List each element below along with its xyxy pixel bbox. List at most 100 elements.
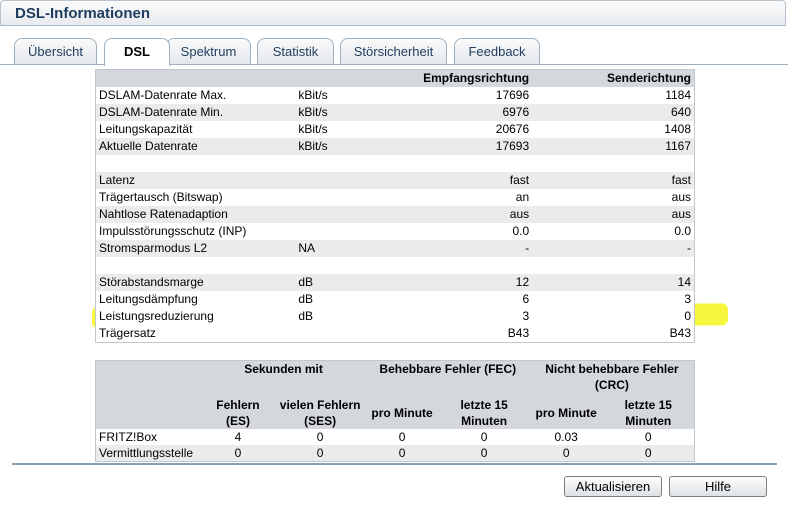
row-tx: B43 [669, 326, 691, 340]
row-label: Aktuelle Datenrate [95, 138, 296, 155]
row-label: Leitungskapazität [99, 122, 193, 136]
table-subheader-row: Fehlern (ES) vielen Fehlern (SES) pro Mi… [95, 397, 695, 429]
table-row: FRITZ!Box 4 0 0 0 0.03 0 [96, 429, 695, 445]
tab-statistik[interactable]: Statistik [257, 38, 334, 65]
row-tx: 1167 [532, 138, 695, 155]
row-rx: - [416, 240, 533, 257]
row-rx: 12 [416, 274, 533, 291]
help-button[interactable]: Hilfe [669, 476, 767, 497]
row-rx: aus [416, 206, 533, 223]
row-label: Latenz [95, 172, 296, 189]
error-stats-table: Sekunden mit Behebbare Fehler (FEC) Nich… [95, 360, 695, 462]
row-rx: 17696 [495, 88, 530, 102]
tab-feedback[interactable]: Feedback [454, 38, 540, 65]
table-row: DSLAM-Datenrate Max. kBit/s 17696 1184 [96, 87, 695, 104]
table-row: DSLAM-Datenrate Min. kBit/s 6976 640 [95, 104, 695, 121]
row-label: Impulsstörungsschutz (INP) [99, 224, 247, 238]
row-label: Trägertausch (Bitswap) [99, 190, 223, 204]
row-unit: NA [295, 240, 417, 257]
subheader-fec-min: pro Minute [365, 397, 439, 429]
row-label: Nahtlose Ratenadaption [95, 206, 296, 223]
tab-uebersicht[interactable]: Übersicht [14, 38, 97, 65]
header-cell [95, 69, 296, 87]
header-seconds: Sekunden mit [201, 360, 366, 397]
table-row-spacer [95, 155, 695, 172]
table-row-highlighted: Leistungsreduzierung dB 3 0 [96, 308, 695, 325]
row-tx: aus [671, 190, 691, 204]
subheader-ses: vielen Fehlern (SES) [274, 397, 366, 429]
title-bar: DSL-Informationen [0, 0, 786, 26]
row-tx: 0.0 [674, 224, 691, 238]
table-row-spacer [95, 257, 695, 274]
row-unit [295, 223, 416, 240]
row-unit: kBit/s [298, 122, 328, 136]
tab-dsl[interactable]: DSL [104, 38, 170, 66]
table-row: Leitungsdämpfung dB 6 3 [96, 291, 695, 308]
table-row: Vermittlungsstelle 0 0 0 0 0 0 [95, 445, 695, 462]
row-tx [532, 155, 695, 172]
row-unit: dB [298, 292, 314, 306]
header-cell [295, 69, 417, 87]
row-label [95, 257, 296, 274]
row-tx: 0 [684, 309, 691, 323]
row-label: DSLAM-Datenrate Max. [99, 88, 227, 102]
row-unit [295, 189, 416, 206]
cell-value: 0 [365, 445, 439, 462]
cell-value: 4 [234, 430, 242, 444]
row-unit: kBit/s [295, 138, 417, 155]
table-row: Latenz fast fast [95, 172, 695, 189]
cell-value: 0.03 [554, 430, 578, 444]
footer-divider [12, 463, 777, 465]
row-rx: 17693 [416, 138, 533, 155]
row-tx: aus [532, 206, 695, 223]
header-cell [95, 397, 202, 429]
subheader-crc-15: letzte 15 Minuten [602, 397, 695, 429]
row-unit: kBit/s [298, 88, 328, 102]
window-title: DSL-Informationen [15, 5, 150, 22]
table-row: Stromsparmodus L2 NA - - [95, 240, 695, 257]
header-cell [95, 360, 202, 397]
row-tx: - [532, 240, 695, 257]
row-rx: 6 [522, 292, 530, 306]
row-label: Leitungsdämpfung [99, 292, 198, 306]
table-row: Nahtlose Ratenadaption aus aus [95, 206, 695, 223]
refresh-button[interactable]: Aktualisieren [564, 476, 662, 497]
row-label: Störabstandsmarge [95, 274, 296, 291]
row-rx: 0.0 [512, 224, 530, 238]
tab-stoersicherheit[interactable]: Störsicherheit [340, 38, 447, 65]
row-label: Leistungsreduzierung [99, 309, 214, 323]
row-label: DSLAM-Datenrate Min. [95, 104, 296, 121]
table-row: Trägertausch (Bitswap) an aus [96, 189, 695, 206]
row-label: Vermittlungsstelle [95, 445, 202, 462]
cell-value: 0 [529, 445, 603, 462]
header-empfang: Empfangsrichtung [416, 69, 533, 87]
row-unit [295, 257, 417, 274]
row-unit [295, 325, 416, 343]
row-rx: an [515, 190, 530, 204]
cell-value: 0 [398, 430, 406, 444]
row-unit [295, 155, 417, 172]
cell-value: 0 [438, 445, 530, 462]
row-rx: B43 [507, 326, 530, 340]
header-fec: Behebbare Fehler (FEC) [365, 360, 530, 397]
row-unit: dB [298, 309, 314, 323]
cell-value: 0 [602, 445, 695, 462]
row-rx: 3 [522, 309, 530, 323]
row-unit [295, 206, 417, 223]
row-rx [416, 257, 533, 274]
table-row: Aktuelle Datenrate kBit/s 17693 1167 [95, 138, 695, 155]
row-label: Stromsparmodus L2 [95, 240, 296, 257]
table-row: Trägersatz B43 B43 [96, 325, 695, 343]
row-tx: fast [532, 172, 695, 189]
table-row: Leitungskapazität kBit/s 20676 1408 [96, 121, 695, 138]
row-unit: dB [295, 274, 417, 291]
cell-value: 0 [316, 430, 324, 444]
subheader-crc-min: pro Minute [529, 397, 603, 429]
subheader-fec-15: letzte 15 Minuten [438, 397, 530, 429]
cell-value: 0 [201, 445, 275, 462]
row-rx [416, 155, 533, 172]
row-tx: 640 [532, 104, 695, 121]
header-crc: Nicht behebbare Fehler (CRC) [529, 360, 695, 397]
tab-spektrum[interactable]: Spektrum [166, 38, 251, 65]
row-label: Trägersatz [99, 326, 156, 340]
